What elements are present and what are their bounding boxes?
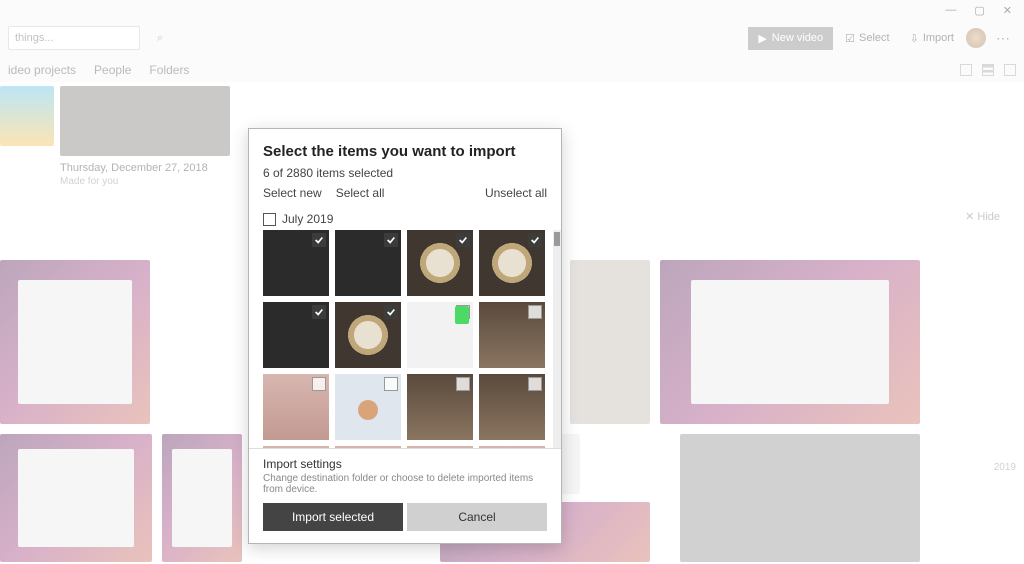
- import-thumbnail[interactable]: [407, 446, 473, 448]
- import-thumbnail[interactable]: [263, 446, 329, 448]
- unselect-all-link[interactable]: Unselect all: [485, 186, 547, 200]
- checkbox-icon[interactable]: [456, 305, 470, 319]
- thumbnail-scroll[interactable]: [249, 230, 561, 448]
- import-thumbnail[interactable]: [479, 374, 545, 440]
- import-thumbnail[interactable]: [479, 302, 545, 368]
- import-thumbnail[interactable]: [407, 374, 473, 440]
- select-new-link[interactable]: Select new: [263, 186, 322, 200]
- selection-count: 6 of 2880 items selected: [263, 166, 547, 180]
- checkbox-icon[interactable]: [312, 377, 326, 391]
- checkbox-icon[interactable]: [528, 305, 542, 319]
- checkmark-icon[interactable]: [312, 305, 326, 319]
- checkmark-icon[interactable]: [312, 233, 326, 247]
- scrollbar-thumb[interactable]: [554, 232, 560, 246]
- import-thumbnail[interactable]: [335, 302, 401, 368]
- date-group-header[interactable]: July 2019: [249, 206, 561, 230]
- checkmark-icon[interactable]: [384, 233, 398, 247]
- import-thumbnail[interactable]: [407, 302, 473, 368]
- import-settings-sub: Change destination folder or choose to d…: [263, 473, 547, 495]
- import-thumbnail[interactable]: [263, 230, 329, 296]
- checkmark-icon[interactable]: [456, 233, 470, 247]
- import-thumbnail[interactable]: [407, 230, 473, 296]
- checkbox-icon[interactable]: [384, 377, 398, 391]
- import-thumbnail[interactable]: [335, 446, 401, 448]
- scrollbar[interactable]: [553, 230, 561, 448]
- dialog-title: Select the items you want to import: [263, 143, 547, 160]
- import-settings-title: Import settings: [263, 457, 547, 471]
- checkbox-icon[interactable]: [456, 377, 470, 391]
- group-checkbox[interactable]: [263, 213, 276, 226]
- import-thumbnail[interactable]: [479, 446, 545, 448]
- select-all-link[interactable]: Select all: [336, 186, 385, 200]
- checkmark-icon[interactable]: [528, 233, 542, 247]
- import-thumbnail[interactable]: [263, 302, 329, 368]
- group-label: July 2019: [282, 212, 333, 226]
- cancel-button[interactable]: Cancel: [407, 503, 547, 531]
- checkmark-icon[interactable]: [384, 305, 398, 319]
- import-thumbnail[interactable]: [479, 230, 545, 296]
- import-thumbnail[interactable]: [335, 374, 401, 440]
- import-dialog: Select the items you want to import 6 of…: [248, 128, 562, 544]
- import-thumbnail[interactable]: [263, 374, 329, 440]
- checkbox-icon[interactable]: [528, 377, 542, 391]
- import-thumbnail[interactable]: [335, 230, 401, 296]
- import-selected-button[interactable]: Import selected: [263, 503, 403, 531]
